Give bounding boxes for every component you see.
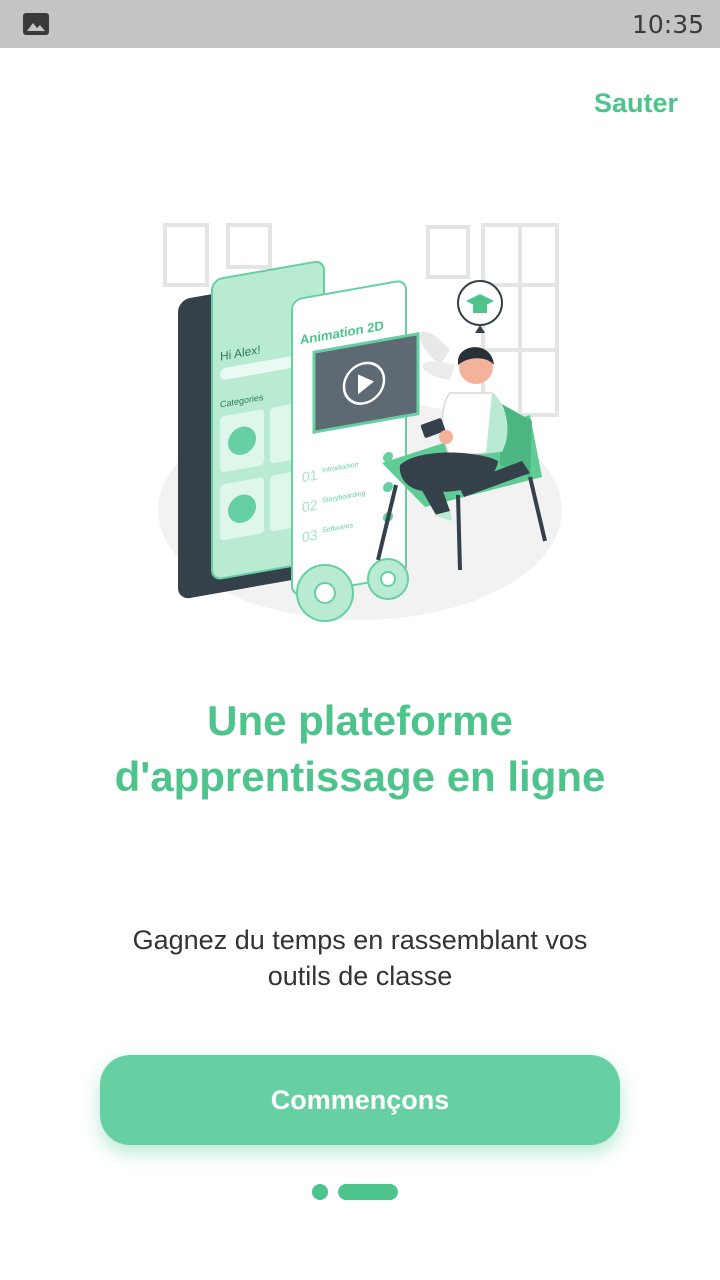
lesson-number: 02 [302, 497, 318, 516]
clock: 10:35 [631, 9, 704, 39]
start-button[interactable]: Commençons [100, 1055, 620, 1145]
skip-button[interactable]: Sauter [594, 88, 678, 119]
lesson-number: 03 [302, 527, 318, 546]
page-dot-2-active [338, 1184, 398, 1200]
page-title: Une plateforme d'apprentissage en ligne [114, 697, 606, 800]
page-indicator [312, 1184, 398, 1200]
status-bar: 10:35 [0, 0, 720, 48]
gallery-icon [23, 13, 49, 35]
page-subtitle: Gagnez du temps en rassemblant vos outil… [132, 925, 588, 991]
page-dot-1 [312, 1184, 328, 1200]
lesson-number: 01 [302, 467, 318, 486]
onboarding-illustration: Hi Alex! Categories Animation 2D 01 Intr… [158, 223, 562, 622]
